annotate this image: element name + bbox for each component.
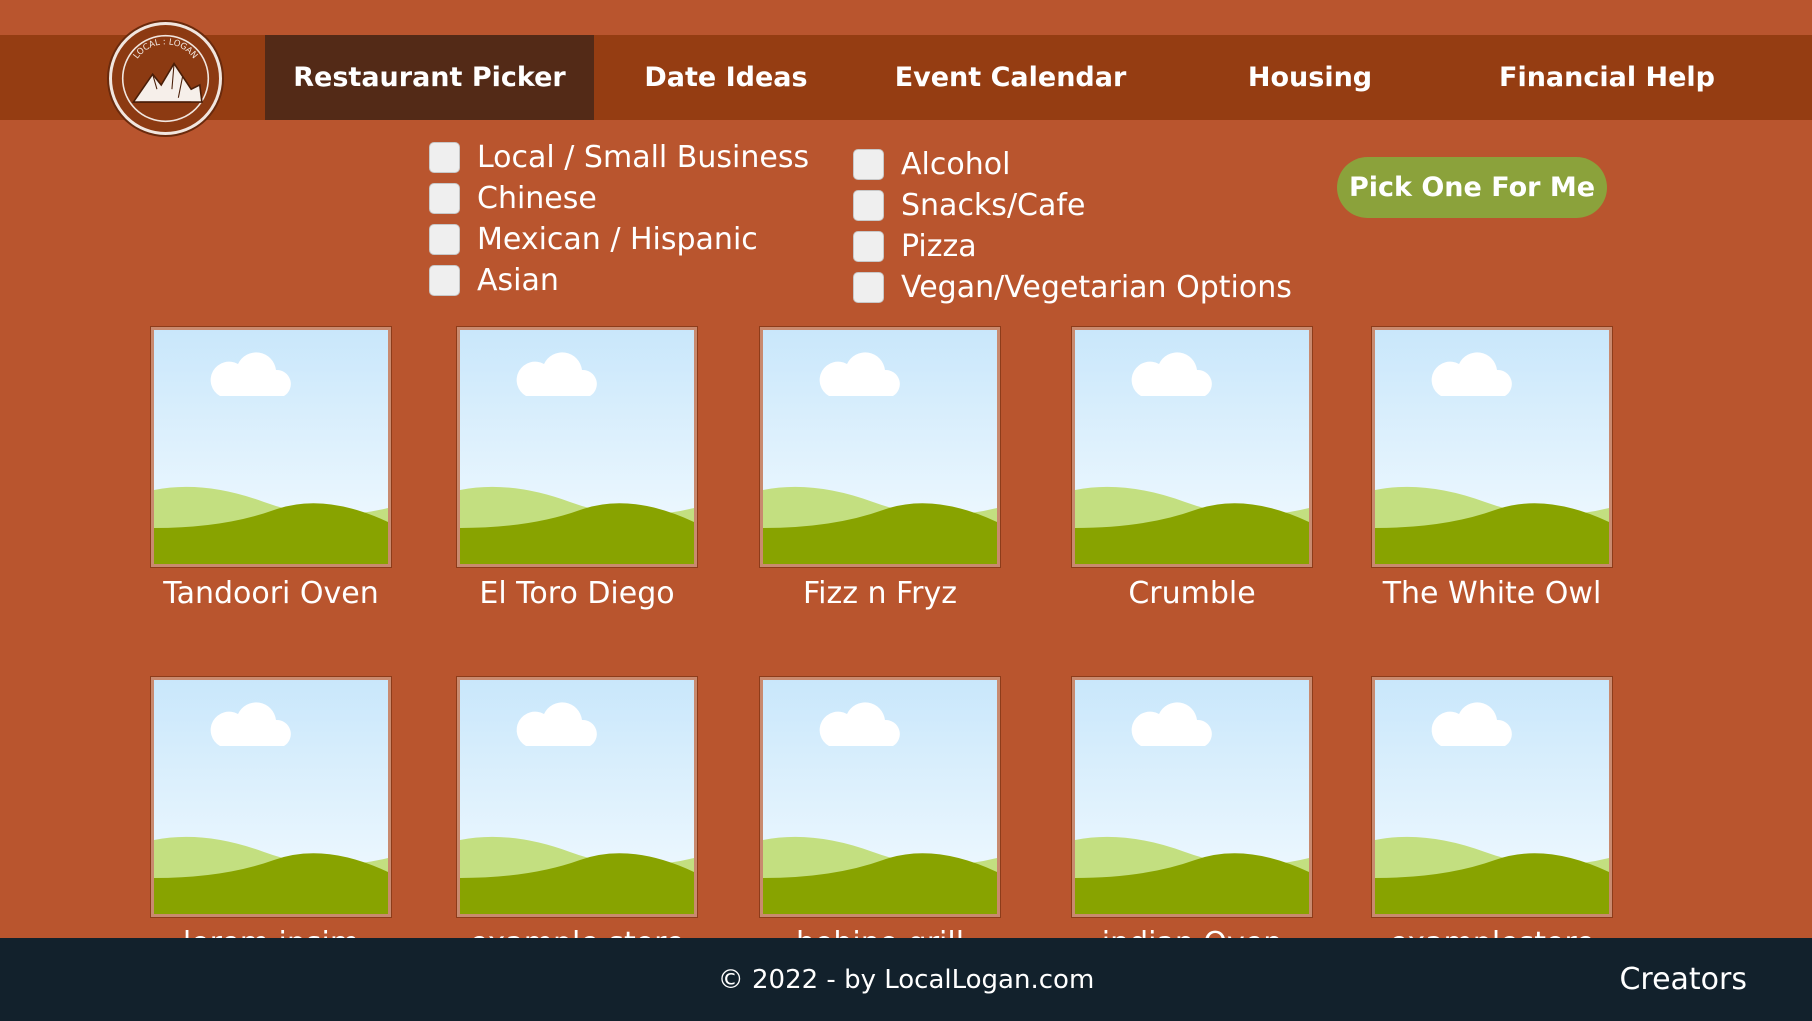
landscape-placeholder-icon — [1075, 330, 1309, 564]
pizza-checkbox[interactable] — [853, 231, 884, 262]
snacks-cafe-checkbox[interactable] — [853, 190, 884, 221]
restaurant-card[interactable]: examplestore — [1371, 676, 1613, 961]
restaurant-image[interactable] — [150, 676, 392, 918]
landscape-placeholder-icon — [460, 680, 694, 914]
filter-label: Chinese — [477, 181, 597, 216]
filter-chinese[interactable]: Chinese — [429, 181, 597, 216]
landscape-placeholder-icon — [154, 330, 388, 564]
restaurant-name[interactable]: The White Owl — [1371, 576, 1613, 611]
nav-housing[interactable]: Housing — [1163, 35, 1457, 120]
restaurant-image[interactable] — [759, 676, 1001, 918]
landscape-placeholder-icon — [1375, 330, 1609, 564]
landscape-placeholder-icon — [154, 680, 388, 914]
filter-mexican-hispanic[interactable]: Mexican / Hispanic — [429, 222, 758, 257]
alcohol-checkbox[interactable] — [853, 149, 884, 180]
filter-label: Local / Small Business — [477, 140, 810, 175]
mexican-hispanic-checkbox[interactable] — [429, 224, 460, 255]
restaurant-card[interactable]: Crumble — [1071, 326, 1313, 611]
asian-checkbox[interactable] — [429, 265, 460, 296]
restaurant-name[interactable]: Fizz n Fryz — [759, 576, 1001, 611]
vegan-vegetarian-checkbox[interactable] — [853, 272, 884, 303]
restaurant-card[interactable]: El Toro Diego — [456, 326, 698, 611]
landscape-placeholder-icon — [1375, 680, 1609, 914]
landscape-placeholder-icon — [763, 680, 997, 914]
mountain-logo-icon: LOCAL : LOGAN — [116, 29, 215, 128]
filter-alcohol[interactable]: Alcohol — [853, 147, 1010, 182]
filter-snacks-cafe[interactable]: Snacks/Cafe — [853, 188, 1085, 223]
page: LOCAL : LOGAN Restaurant Picker Date Ide… — [0, 0, 1812, 1021]
restaurant-card[interactable]: bobino grill — [759, 676, 1001, 961]
restaurant-card[interactable]: lorem ipsim — [150, 676, 392, 961]
filter-label: Snacks/Cafe — [901, 188, 1086, 223]
footer: © 2022 - by LocalLogan.com Creators — [0, 938, 1812, 1021]
filter-label: Mexican / Hispanic — [477, 222, 758, 257]
restaurant-card[interactable]: indian Oven — [1071, 676, 1313, 961]
creators-link[interactable]: Creators — [1619, 938, 1747, 1021]
restaurant-card[interactable]: Fizz n Fryz — [759, 326, 1001, 611]
restaurant-image[interactable] — [1371, 326, 1613, 568]
filter-label: Pizza — [901, 229, 977, 264]
nav-event-calendar[interactable]: Event Calendar — [858, 35, 1163, 120]
restaurant-image[interactable] — [1371, 676, 1613, 918]
restaurant-image[interactable] — [759, 326, 1001, 568]
restaurant-card[interactable]: Tandoori Oven — [150, 326, 392, 611]
restaurant-image[interactable] — [1071, 326, 1313, 568]
nav-date-ideas[interactable]: Date Ideas — [594, 35, 858, 120]
filter-vegan-vegetarian[interactable]: Vegan/Vegetarian Options — [853, 270, 1292, 305]
restaurant-name[interactable]: Crumble — [1071, 576, 1313, 611]
filter-pizza[interactable]: Pizza — [853, 229, 977, 264]
local-small-business-checkbox[interactable] — [429, 142, 460, 173]
nav-financial-help[interactable]: Financial Help — [1457, 35, 1757, 120]
pick-one-for-me-button[interactable]: Pick One For Me — [1337, 157, 1607, 218]
filter-label: Asian — [477, 263, 559, 298]
restaurant-image[interactable] — [150, 326, 392, 568]
nav-restaurant-picker[interactable]: Restaurant Picker — [265, 35, 594, 120]
restaurant-image[interactable] — [456, 676, 698, 918]
restaurant-image[interactable] — [456, 326, 698, 568]
copyright-text: © 2022 - by LocalLogan.com — [717, 964, 1095, 995]
filter-local-small-business[interactable]: Local / Small Business — [429, 140, 809, 175]
filter-label: Vegan/Vegetarian Options — [901, 270, 1292, 305]
restaurant-image[interactable] — [1071, 676, 1313, 918]
restaurant-card[interactable]: The White Owl — [1371, 326, 1613, 611]
restaurant-name[interactable]: Tandoori Oven — [150, 576, 392, 611]
landscape-placeholder-icon — [763, 330, 997, 564]
landscape-placeholder-icon — [460, 330, 694, 564]
chinese-checkbox[interactable] — [429, 183, 460, 214]
landscape-placeholder-icon — [1075, 680, 1309, 914]
restaurant-card[interactable]: example store — [456, 676, 698, 961]
site-logo[interactable]: LOCAL : LOGAN — [109, 22, 222, 135]
filter-label: Alcohol — [901, 147, 1011, 182]
restaurant-name[interactable]: El Toro Diego — [456, 576, 698, 611]
filter-asian[interactable]: Asian — [429, 263, 559, 298]
